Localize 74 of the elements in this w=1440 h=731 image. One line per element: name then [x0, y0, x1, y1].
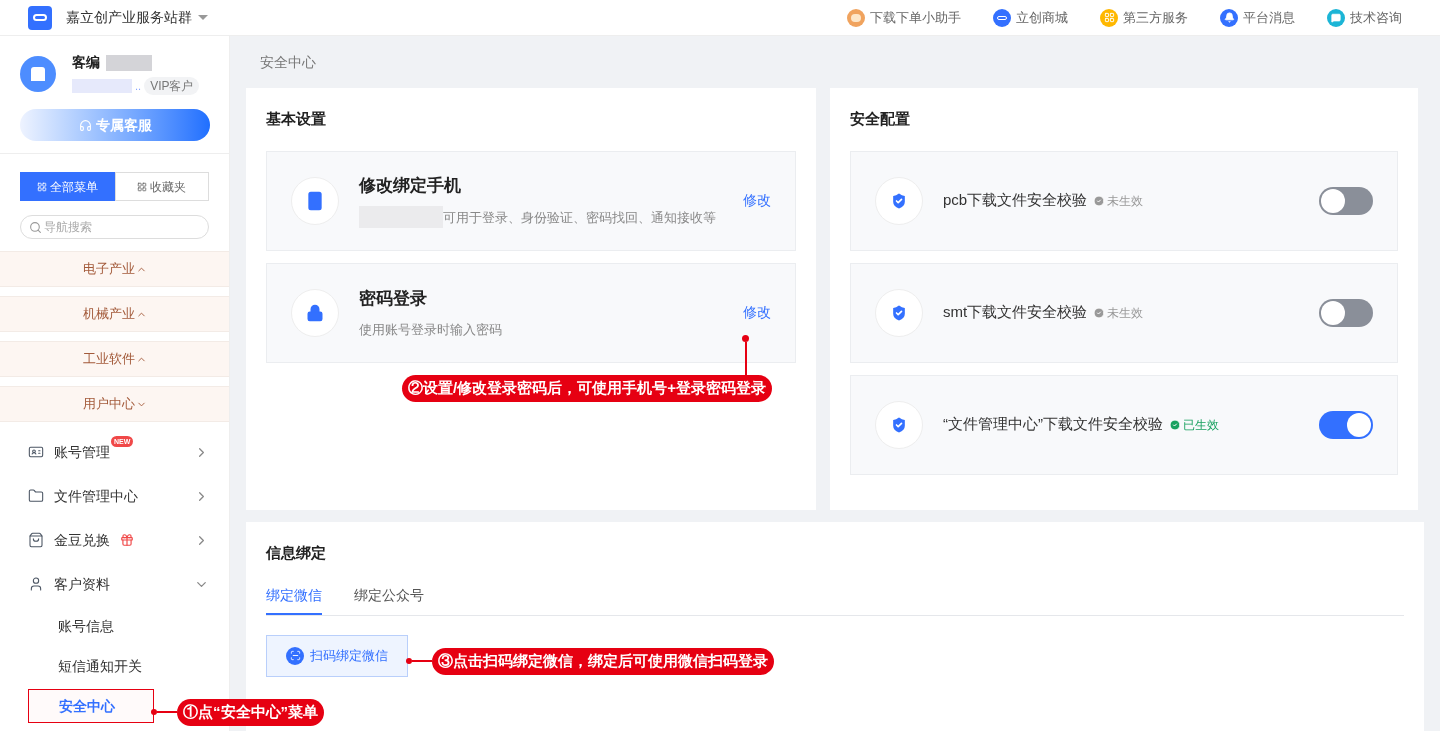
setting-description: 使用账号登录时输入密码 [359, 320, 502, 339]
menu-section[interactable]: 用户中心 [0, 386, 229, 422]
grid-icon [1100, 8, 1118, 27]
security-label: “文件管理中心”下载文件安全校验 [943, 414, 1163, 435]
setting-description: 可用于登录、身份验证、密码找回、通知接收等 [443, 208, 716, 227]
menu-tab[interactable]: 全部菜单 [20, 172, 115, 201]
header-link[interactable]: 平台消息 [1220, 7, 1295, 28]
card-title: 信息绑定 [266, 543, 327, 563]
callout-label: ①点“安全中心”菜单 [151, 699, 324, 726]
menu-section[interactable]: 电子产业 [0, 251, 229, 287]
edit-link[interactable]: 修改 [743, 190, 771, 211]
check-circle-icon [1093, 306, 1106, 319]
card-title: 安全配置 [850, 109, 911, 129]
edit-link[interactable]: 修改 [743, 302, 771, 323]
blurred-id [106, 54, 152, 71]
search-field[interactable]: 导航搜索 [20, 215, 209, 239]
folder-icon [28, 488, 44, 504]
status-tag: 未生效 [1093, 303, 1144, 322]
shield-check-icon [875, 176, 923, 225]
header-link[interactable]: 技术咨询 [1327, 7, 1402, 28]
vip-badge: VIP客户 [144, 77, 200, 95]
site-title[interactable]: 嘉立创产业服务站群 [66, 7, 192, 28]
toggle-switch[interactable] [1319, 410, 1373, 439]
search-icon [29, 221, 42, 234]
check-circle-icon [1093, 194, 1106, 207]
headset-icon [78, 118, 92, 132]
logo-icon [993, 8, 1011, 27]
toggle-switch[interactable] [1319, 298, 1373, 327]
submenu-item[interactable]: 安全中心 [28, 689, 154, 723]
ellipsis-text: .. [135, 78, 142, 94]
menu-tab[interactable]: 收藏夹 [114, 172, 209, 201]
status-tag: 已生效 [1169, 415, 1219, 434]
bear-avatar-icon [847, 8, 865, 27]
check-circle-icon [1169, 418, 1181, 431]
scan-bind-button[interactable]: 扫码绑定微信 [266, 634, 408, 677]
bell-icon [1220, 8, 1238, 27]
id-card-icon [28, 444, 44, 460]
bag-icon [28, 532, 44, 548]
binding-tab[interactable]: 绑定微信 [266, 578, 322, 615]
grid-icon [36, 181, 47, 192]
user-icon [28, 576, 44, 592]
header-link[interactable]: 立创商城 [993, 7, 1068, 28]
logo-icon [28, 5, 52, 30]
menu-section[interactable]: 工业软件 [0, 341, 229, 377]
breadcrumb: 安全中心 [259, 52, 317, 72]
user-name: 客编 [72, 53, 100, 72]
chat-icon [1327, 8, 1345, 27]
sidebar-item[interactable]: 文件管理中心 [0, 474, 229, 518]
phone-icon [291, 176, 339, 225]
submenu-item[interactable]: 账号信息 [28, 609, 154, 643]
menu-section[interactable]: 机械产业 [0, 296, 229, 332]
card-title: 基本设置 [266, 109, 327, 129]
callout-label: ②设置/修改登录密码后，可使用手机号+登录密码登录 [402, 375, 772, 402]
header-link[interactable]: 第三方服务 [1100, 7, 1188, 28]
blurred-account [72, 79, 132, 93]
header-link[interactable]: 下载下单小助手 [847, 7, 961, 28]
binding-tab[interactable]: 绑定公众号 [354, 578, 424, 615]
shield-check-icon [875, 400, 923, 449]
toggle-switch[interactable] [1319, 186, 1373, 215]
security-label: smt下载文件安全校验 [943, 302, 1088, 323]
callout-label: ③点击扫码绑定微信，绑定后可使用微信扫码登录 [406, 648, 774, 675]
setting-title: 修改绑定手机 [359, 174, 462, 197]
submenu-item[interactable]: 短信通知开关 [28, 649, 154, 683]
status-tag: 未生效 [1093, 191, 1144, 210]
dropdown-caret-icon [198, 15, 208, 20]
leader-line [742, 335, 749, 376]
sidebar-item[interactable]: 客户资料 [0, 562, 229, 606]
grid-icon [137, 181, 148, 192]
security-label: pcb下载文件安全校验 [943, 190, 1088, 211]
setting-title: 密码登录 [359, 288, 428, 310]
sidebar-item[interactable]: 金豆兑换 [0, 518, 229, 562]
lock-icon [291, 288, 339, 337]
scan-icon [286, 646, 304, 665]
shield-check-icon [875, 288, 923, 337]
